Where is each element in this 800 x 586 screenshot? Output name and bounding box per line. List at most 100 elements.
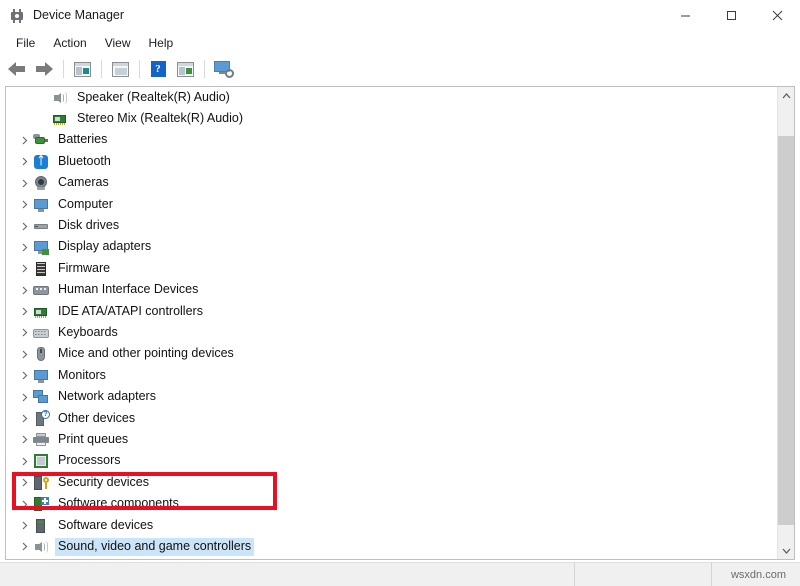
properties-button[interactable] — [107, 57, 133, 81]
camera-icon — [33, 175, 49, 191]
menu-item-action[interactable]: Action — [44, 33, 95, 53]
chevron-right-icon — [36, 111, 52, 127]
tree-row-label: Processors — [55, 452, 124, 470]
forward-button[interactable] — [31, 57, 57, 81]
chevron-right-icon[interactable] — [17, 539, 33, 555]
tree-row[interactable]: Batteries — [6, 130, 777, 151]
tree-row[interactable]: Network adapters — [6, 386, 777, 407]
hid-icon — [33, 282, 49, 298]
monitor-icon — [33, 368, 49, 384]
close-button[interactable] — [754, 0, 800, 31]
tree-row[interactable]: Software devices — [6, 515, 777, 536]
tree-row[interactable]: Speaker (Realtek(R) Audio) — [6, 87, 777, 108]
chevron-right-icon[interactable] — [17, 475, 33, 491]
scrollbar-thumb[interactable] — [778, 136, 795, 525]
menu-item-file[interactable]: File — [7, 33, 44, 53]
tree-row[interactable]: ᛏBluetooth — [6, 151, 777, 172]
tree-row[interactable]: Computer — [6, 194, 777, 215]
device-tree-panel: Speaker (Realtek(R) Audio) Stereo Mix (Re… — [5, 86, 795, 560]
tree-row[interactable]: ?Other devices — [6, 408, 777, 429]
tree-row-label: Display adapters — [55, 238, 154, 256]
tree-row[interactable]: Disk drives — [6, 215, 777, 236]
help-question-icon: ? — [151, 61, 166, 77]
scan-hardware-changes-button[interactable] — [210, 57, 236, 81]
chevron-right-icon[interactable] — [17, 325, 33, 341]
computer-icon — [33, 197, 49, 213]
maximize-button[interactable] — [708, 0, 754, 31]
back-button[interactable] — [4, 57, 30, 81]
tree-row[interactable]: Sound, video and game controllers — [6, 536, 777, 557]
toolbar-separator-4 — [204, 60, 205, 78]
chevron-right-icon[interactable] — [17, 304, 33, 320]
chevron-right-icon — [36, 90, 52, 106]
tree-row-label: Human Interface Devices — [55, 281, 201, 299]
sound-controller-icon — [33, 539, 49, 555]
close-icon — [772, 10, 783, 21]
chevron-right-icon[interactable] — [17, 346, 33, 362]
tree-row[interactable]: Storage controllers — [6, 558, 777, 559]
tree-row-label: Speaker (Realtek(R) Audio) — [74, 89, 233, 107]
window-title: Device Manager — [33, 0, 124, 31]
tree-row-label: Batteries — [55, 131, 110, 149]
tree-row-label: Firmware — [55, 260, 113, 278]
tree-row[interactable]: Processors — [6, 451, 777, 472]
device-tree-list[interactable]: Speaker (Realtek(R) Audio) Stereo Mix (Re… — [6, 87, 777, 559]
tree-row-label: Stereo Mix (Realtek(R) Audio) — [74, 110, 246, 128]
tree-row-label: Bluetooth — [55, 153, 114, 171]
show-hide-console-tree-button[interactable] — [69, 57, 95, 81]
menu-item-help[interactable]: Help — [140, 33, 183, 53]
scroll-up-button[interactable] — [778, 87, 795, 104]
update-driver-button[interactable] — [172, 57, 198, 81]
tree-row[interactable]: Monitors — [6, 365, 777, 386]
chevron-right-icon[interactable] — [17, 175, 33, 191]
tree-row[interactable]: Print queues — [6, 429, 777, 450]
tree-row-label: Software components — [55, 495, 182, 513]
tree-row[interactable]: Display adapters — [6, 237, 777, 258]
tree-row[interactable]: Mice and other pointing devices — [6, 344, 777, 365]
audio-card-icon — [52, 111, 68, 127]
software-device-icon — [33, 518, 49, 534]
chevron-right-icon[interactable] — [17, 496, 33, 512]
chevron-right-icon[interactable] — [17, 154, 33, 170]
tree-row[interactable]: Keyboards — [6, 322, 777, 343]
mouse-icon — [33, 346, 49, 362]
tree-row-label: IDE ATA/ATAPI controllers — [55, 303, 206, 321]
tree-row[interactable]: Stereo Mix (Realtek(R) Audio) — [6, 108, 777, 129]
back-arrow-icon — [8, 62, 26, 76]
tree-row[interactable]: Human Interface Devices — [6, 280, 777, 301]
chevron-right-icon[interactable] — [17, 282, 33, 298]
software-component-icon — [33, 496, 49, 512]
chevron-right-icon[interactable] — [17, 411, 33, 427]
help-button[interactable]: ? — [145, 57, 171, 81]
chevron-right-icon[interactable] — [17, 239, 33, 255]
scroll-down-button[interactable] — [778, 542, 795, 559]
minimize-icon — [680, 10, 691, 21]
tree-row[interactable]: Cameras — [6, 173, 777, 194]
tree-row[interactable]: Security devices — [6, 472, 777, 493]
chevron-right-icon[interactable] — [17, 389, 33, 405]
chevron-right-icon[interactable] — [17, 453, 33, 469]
tree-row[interactable]: Software components — [6, 493, 777, 514]
chevron-right-icon[interactable] — [17, 197, 33, 213]
minimize-button[interactable] — [662, 0, 708, 31]
chevron-right-icon[interactable] — [17, 218, 33, 234]
chevron-right-icon[interactable] — [17, 518, 33, 534]
battery-icon — [33, 132, 49, 148]
vertical-scrollbar[interactable] — [777, 87, 794, 559]
chevron-right-icon[interactable] — [17, 432, 33, 448]
forward-arrow-icon — [35, 62, 53, 76]
tree-row[interactable]: Firmware — [6, 258, 777, 279]
device-manager-icon — [9, 8, 25, 24]
window-controls — [662, 0, 800, 31]
tree-row[interactable]: IDE ATA/ATAPI controllers — [6, 301, 777, 322]
tree-row-label: Computer — [55, 196, 116, 214]
device-manager-window: Device Manager File Action View Help — [0, 0, 800, 586]
menu-item-view[interactable]: View — [96, 33, 140, 53]
tree-row-label: Other devices — [55, 410, 138, 428]
toolbar-separator-3 — [139, 60, 140, 78]
chevron-right-icon[interactable] — [17, 261, 33, 277]
chevron-right-icon[interactable] — [17, 132, 33, 148]
tree-row-label: Keyboards — [55, 324, 121, 342]
scroll-down-icon — [782, 548, 791, 554]
chevron-right-icon[interactable] — [17, 368, 33, 384]
